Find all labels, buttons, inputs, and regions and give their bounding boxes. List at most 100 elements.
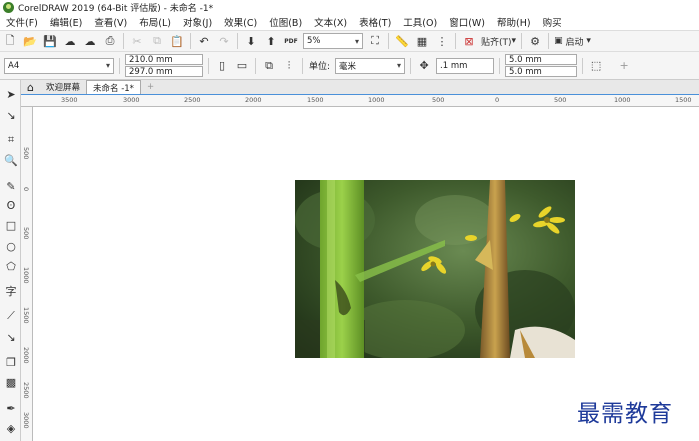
undo-icon[interactable]: ↶	[196, 32, 212, 50]
duplicate-y-value: 5.0 mm	[509, 66, 542, 77]
grid-icon[interactable]: ▦	[414, 32, 430, 50]
page-frame-icon[interactable]: ⬚	[588, 57, 604, 75]
menu-view[interactable]: 查看(V)	[88, 15, 133, 29]
ruler-label: 1500	[675, 96, 692, 104]
polygon-tool-icon[interactable]: ⬠	[3, 258, 19, 274]
ruler-label: 1000	[614, 96, 631, 104]
window-title: CorelDRAW 2019 (64-Bit 评估版) - 未命名 -1*	[18, 3, 214, 14]
options-gear-icon[interactable]: ⚙	[527, 32, 543, 50]
connector-tool-icon[interactable]: ↘	[3, 329, 19, 345]
all-pages-icon[interactable]: ⧉	[261, 57, 277, 75]
copy-icon[interactable]: ⧉	[149, 32, 165, 50]
launch-button[interactable]: ▣ 启动 ▾	[554, 32, 591, 50]
freehand-tool-icon[interactable]: ✎	[3, 178, 19, 194]
menu-effects[interactable]: 效果(C)	[218, 15, 263, 29]
bitmap-photo[interactable]	[295, 180, 575, 358]
menu-buy[interactable]: 购买	[537, 15, 568, 29]
vertical-ruler[interactable]: 500 0 500 1000 1500 2000 2500 3000	[21, 107, 33, 441]
current-page-icon[interactable]: ⫶	[281, 57, 297, 75]
pick-tool-icon[interactable]: ➤	[3, 86, 19, 102]
page-size-value: A4	[8, 60, 20, 71]
duplicate-x-field[interactable]: 5.0 mm	[505, 54, 578, 65]
duplicate-y-field[interactable]: 5.0 mm	[505, 66, 578, 77]
ellipse-tool-icon[interactable]: ○	[3, 238, 19, 254]
page-width-value: 210.0 mm	[129, 54, 173, 65]
cloud-upload-icon[interactable]: ☁	[82, 32, 98, 50]
rectangle-tool-icon[interactable]: □	[3, 217, 19, 233]
units-select[interactable]: 毫米	[335, 57, 406, 74]
menu-bitmaps[interactable]: 位图(B)	[263, 15, 308, 29]
units-label: 单位:	[309, 62, 331, 72]
landscape-icon[interactable]: ▭	[234, 57, 250, 75]
snap-to-label: 贴齐(T)	[481, 37, 512, 48]
menu-bar: 文件(F) 编辑(E) 查看(V) 布局(L) 对象(J) 效果(C) 位图(B…	[0, 14, 699, 30]
units-value: 毫米	[339, 61, 357, 72]
eyedropper-icon[interactable]: ✒	[3, 400, 19, 416]
interactive-fill-icon[interactable]: ◈	[3, 420, 19, 436]
page-size-select[interactable]: A4	[4, 57, 114, 74]
nudge-distance-field[interactable]: .1 mm	[436, 57, 495, 74]
menu-text[interactable]: 文本(X)	[308, 15, 353, 29]
menu-edit[interactable]: 编辑(E)	[44, 15, 88, 29]
paste-icon[interactable]: 📋	[169, 32, 185, 50]
drop-shadow-icon[interactable]: ❐	[3, 354, 19, 370]
page-height-field[interactable]: 297.0 mm	[125, 66, 203, 77]
divider	[237, 33, 238, 49]
new-tab-icon[interactable]: +	[141, 80, 160, 94]
menu-window[interactable]: 窗口(W)	[443, 15, 491, 29]
duplicate-distance: 5.0 mm 5.0 mm	[503, 54, 579, 77]
menu-table[interactable]: 表格(T)	[353, 15, 397, 29]
cut-icon[interactable]: ✂	[129, 32, 145, 50]
pdf-export-icon[interactable]: PDF	[283, 32, 299, 50]
shape-tool-icon[interactable]: ↘	[3, 107, 19, 123]
divider	[190, 33, 191, 49]
artistic-media-icon[interactable]: ʘ	[3, 197, 19, 213]
add-icon[interactable]: +	[616, 57, 632, 75]
save-icon[interactable]: 💾	[42, 32, 58, 50]
text-tool-icon[interactable]: 字	[3, 283, 19, 299]
cloud-download-icon[interactable]: ☁	[62, 32, 78, 50]
new-document-icon[interactable]: 🗋	[2, 32, 18, 50]
page-width-field[interactable]: 210.0 mm	[125, 54, 203, 65]
redo-icon[interactable]: ↷	[216, 32, 232, 50]
home-icon[interactable]: ⌂	[21, 80, 40, 94]
divider	[302, 57, 303, 74]
divider	[208, 57, 209, 74]
full-screen-icon[interactable]: ⛶	[367, 32, 383, 50]
divider	[521, 33, 523, 49]
ruler-label: 2000	[22, 347, 30, 364]
parallel-dimension-icon[interactable]: ⟋	[3, 308, 19, 324]
menu-tools[interactable]: 工具(O)	[397, 15, 443, 29]
divider	[548, 33, 550, 49]
crop-tool-icon[interactable]: ⌗	[3, 132, 19, 148]
ruler-label: 1500	[307, 96, 324, 104]
watermark-text: 最需教育	[577, 401, 673, 427]
import-icon[interactable]: ⬇	[243, 32, 259, 50]
portrait-icon[interactable]: ▯	[214, 57, 230, 75]
transparency-icon[interactable]: ▩	[3, 374, 19, 390]
open-folder-icon[interactable]: 📂	[22, 32, 38, 50]
snap-to-button[interactable]: 贴齐(T) ▾	[481, 32, 516, 50]
tab-welcome[interactable]: 欢迎屏幕	[40, 80, 86, 94]
menu-help[interactable]: 帮助(H)	[491, 15, 537, 29]
export-icon[interactable]: ⬆	[263, 32, 279, 50]
zoom-tool-icon[interactable]: 🔍	[3, 152, 19, 168]
guidelines-icon[interactable]: ⋮	[434, 32, 450, 50]
document-tabs: ⌂ 欢迎屏幕 未命名 -1* +	[21, 80, 699, 95]
menu-layout[interactable]: 布局(L)	[133, 15, 177, 29]
menu-object[interactable]: 对象(J)	[177, 15, 218, 29]
launch-label: 启动	[565, 37, 584, 48]
ruler-label: 1000	[368, 96, 385, 104]
page-dimensions: 210.0 mm 297.0 mm	[123, 54, 205, 77]
tab-document[interactable]: 未命名 -1*	[86, 80, 141, 94]
ruler-label: 500	[22, 147, 30, 160]
horizontal-ruler[interactable]: 3500 3000 2500 2000 1500 1000 500 0 500 …	[21, 95, 699, 107]
rulers-icon[interactable]: 📏	[394, 32, 410, 50]
divider	[499, 57, 501, 74]
menu-file[interactable]: 文件(F)	[0, 15, 44, 29]
ruler-label: 0	[495, 96, 500, 104]
ruler-label: 0	[22, 187, 30, 192]
zoom-level-select[interactable]: 5%	[303, 33, 363, 49]
print-icon[interactable]: ⎙	[102, 32, 118, 50]
snap-off-icon[interactable]: ⊠	[461, 32, 477, 50]
